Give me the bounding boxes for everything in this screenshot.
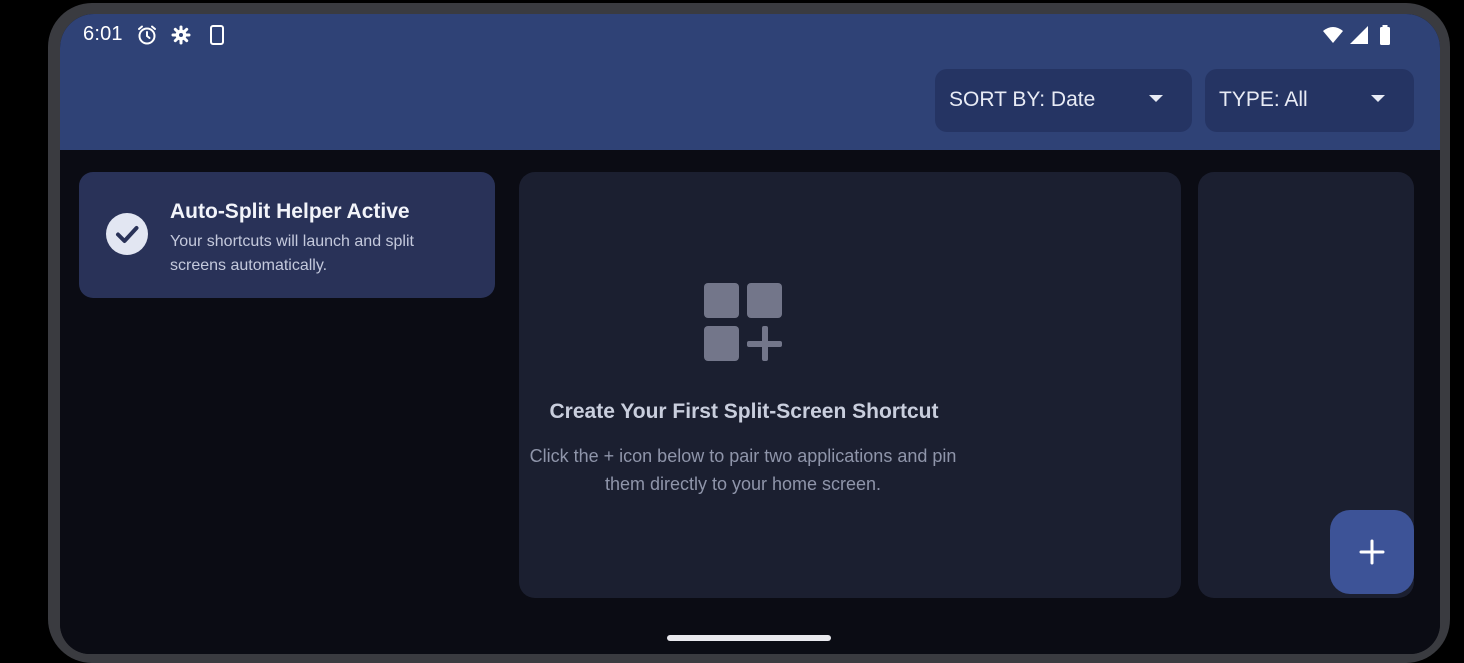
main-content: Auto-Split Helper Active Your shortcuts … [60, 150, 1440, 620]
sort-by-label: SORT BY: Date [949, 88, 1096, 111]
app-header: 6:01 SORT BY: Date TYPE: All [60, 14, 1440, 150]
device-screen: 6:01 SORT BY: Date TYPE: All Auto-Split … [60, 14, 1440, 654]
add-shortcut-button[interactable] [1330, 510, 1414, 594]
cell-signal-icon [1348, 24, 1370, 46]
home-gesture-handle[interactable] [667, 635, 831, 641]
device-icon [206, 24, 228, 46]
background [0, 0, 48, 656]
status-time: 6:01 [83, 23, 123, 45]
type-dropdown[interactable]: TYPE: All [1205, 69, 1414, 132]
check-circle-icon [106, 213, 148, 255]
helper-title: Auto-Split Helper Active [170, 200, 410, 223]
helper-description: Your shortcuts will launch and split scr… [170, 233, 414, 274]
battery-icon [1374, 24, 1396, 46]
helper-status-card: Auto-Split Helper Active Your shortcuts … [79, 172, 495, 298]
sort-by-dropdown[interactable]: SORT BY: Date [935, 69, 1192, 132]
empty-state-card: Create Your First Split-Screen Shortcut … [519, 172, 1181, 598]
empty-state-description: Click the + icon below to pair two appli… [529, 446, 957, 494]
empty-state-title: Create Your First Split-Screen Shortcut [549, 400, 939, 423]
alarm-icon [136, 24, 158, 46]
chevron-down-icon [1371, 95, 1385, 102]
grid-add-icon [704, 283, 784, 363]
plus-icon [1359, 539, 1385, 565]
type-label: TYPE: All [1219, 88, 1308, 111]
status-bar: 6:01 [60, 14, 1440, 56]
wifi-icon [1322, 24, 1344, 46]
navigation-bar [60, 620, 1440, 654]
chevron-down-icon [1149, 95, 1163, 102]
settings-gear-icon [170, 24, 192, 46]
